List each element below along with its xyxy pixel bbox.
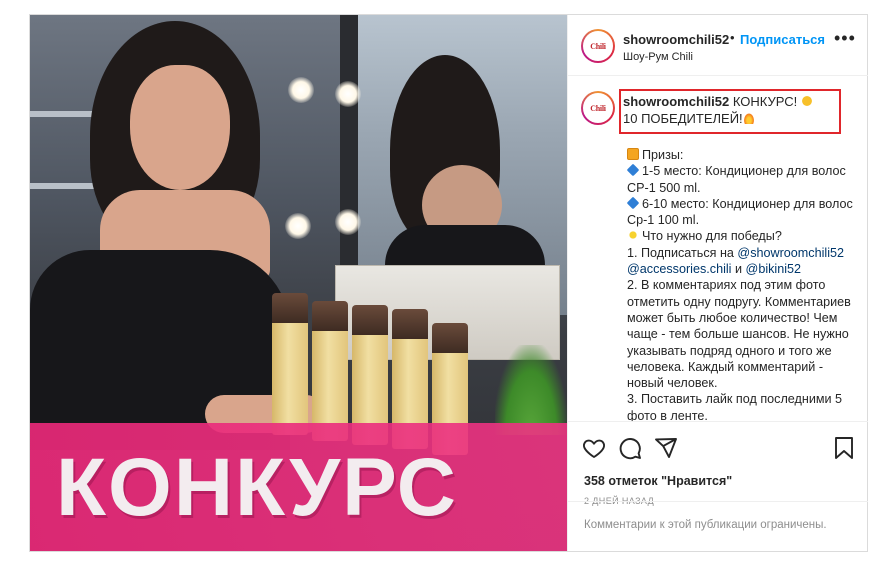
mention-link[interactable]: @bikini52: [746, 262, 802, 276]
more-options-icon[interactable]: •••: [834, 29, 856, 47]
conditioner-tube: [272, 315, 308, 435]
green-plant: [495, 345, 567, 435]
woman-face: [130, 65, 230, 190]
mention-link[interactable]: @showroomchili52: [737, 246, 844, 260]
caption-line-text: Что нужно для победы?: [642, 229, 782, 244]
avatar-logo: Chili: [590, 103, 606, 113]
caption-line: 1-5 место: Кондиционер для волос: [626, 163, 857, 179]
caption-avatar[interactable]: Chili: [581, 91, 615, 125]
caption-headline-2: 10 ПОБЕДИТЕЛЕЙ!: [623, 111, 743, 126]
post-header: Chili showroomchili52 • Подписаться Шоу-…: [568, 15, 868, 76]
share-icon[interactable]: [654, 436, 678, 460]
vanity-bulb: [335, 209, 361, 235]
caption-line-text: CP-1 500 ml.: [627, 180, 701, 195]
caption-line: 6-10 место: Кондиционер для волос: [626, 196, 857, 212]
caption-step1-prefix: 1. Подписаться на: [627, 245, 738, 260]
post-side-panel: Chili showroomchili52 • Подписаться Шоу-…: [567, 15, 868, 551]
caption-line-text: Cp-1 100 ml.: [627, 213, 700, 228]
tube-cap: [312, 301, 348, 331]
caption-line: @accessories.chili и @bikini52: [627, 261, 857, 277]
caption-line-text: Призы:: [642, 148, 684, 162]
fire-icon: [742, 112, 755, 124]
caption-line: фото в ленте.: [627, 408, 708, 421]
caption-username[interactable]: showroomchili52: [623, 94, 729, 109]
follow-button[interactable]: Подписаться: [740, 32, 825, 47]
header-username[interactable]: showroomchili52: [623, 32, 729, 47]
tube-cap: [272, 293, 308, 323]
sparkles-icon: [627, 229, 639, 242]
post-photo[interactable]: КОНКУРС: [30, 15, 567, 551]
likes-count[interactable]: 358 отметок "Нравится": [584, 474, 732, 488]
caption-line: 2. В комментариях под этим фото: [627, 278, 826, 293]
avatar-logo: Chili: [590, 41, 606, 51]
caption-line: указывать подряд одного и того же: [627, 343, 832, 358]
caption-body: Призы: 1-5 место: Кондиционер для волос …: [626, 147, 857, 421]
caption-line: CP-1 500 ml.: [627, 180, 857, 196]
caption-and: и: [731, 262, 746, 277]
comments-footer: Комментарии к этой публикации ограничены…: [568, 501, 868, 551]
caption-headline-1: КОНКУРС!: [732, 94, 798, 109]
banner-text: КОНКУРС: [56, 442, 459, 533]
caption-line: 1. Подписаться на @showroomchili52: [627, 245, 857, 261]
header-separator: •: [730, 30, 735, 45]
caption-line: 3. Поставить лайк под последними 5: [627, 392, 843, 407]
tube-cap: [432, 323, 468, 353]
caption-line: отметить одну подругу. Комментариев: [627, 294, 851, 309]
caption-headline: showroomchili52 КОНКУРС! 10 ПОБЕДИТЕЛЕЙ!: [623, 93, 845, 127]
avatar[interactable]: Chili: [581, 29, 615, 63]
caption-line: Что нужно для победы?: [627, 228, 857, 244]
avatar-inner: Chili: [583, 93, 613, 123]
instagram-post: КОНКУРС Chili showroomchili52 • Подписат…: [29, 14, 868, 552]
caption-area: Chili showroomchili52 КОНКУРС! 10 ПОБЕДИ…: [568, 77, 868, 421]
vanity-bulb: [335, 81, 361, 107]
header-location[interactable]: Шоу-Рум Chili: [623, 51, 693, 63]
caption-line-text: 6-10 место: Кондиционер для волос: [642, 196, 853, 211]
vanity-bulb: [285, 213, 311, 239]
caption-line: Призы:: [627, 147, 857, 163]
caption-line: новый человек.: [627, 376, 718, 391]
tube-cap: [392, 309, 428, 339]
blue-diamond-icon: [626, 196, 640, 210]
smiling-face-icon: [800, 95, 813, 107]
caption-line: может быть любое количество! Чем: [627, 310, 838, 325]
bookmark-icon[interactable]: [832, 436, 856, 460]
comment-icon[interactable]: [618, 436, 642, 460]
tube-cap: [352, 305, 388, 335]
heart-icon[interactable]: [582, 436, 606, 460]
mention-link[interactable]: @accessories.chili: [627, 262, 731, 276]
caption-line: Cp-1 100 ml.: [627, 212, 857, 228]
caption-line: чаще - тем больше шансов. Не нужно: [627, 327, 849, 342]
caption-line-text: 1-5 место: Кондиционер для волос: [642, 164, 846, 179]
vanity-bulb: [288, 77, 314, 103]
blue-diamond-icon: [626, 163, 640, 177]
avatar-inner: Chili: [583, 31, 613, 61]
caption-line: человека. Каждый комментарий -: [627, 359, 824, 374]
comments-limited-notice: Комментарии к этой публикации ограничены…: [584, 519, 827, 531]
gift-icon: [627, 148, 639, 160]
